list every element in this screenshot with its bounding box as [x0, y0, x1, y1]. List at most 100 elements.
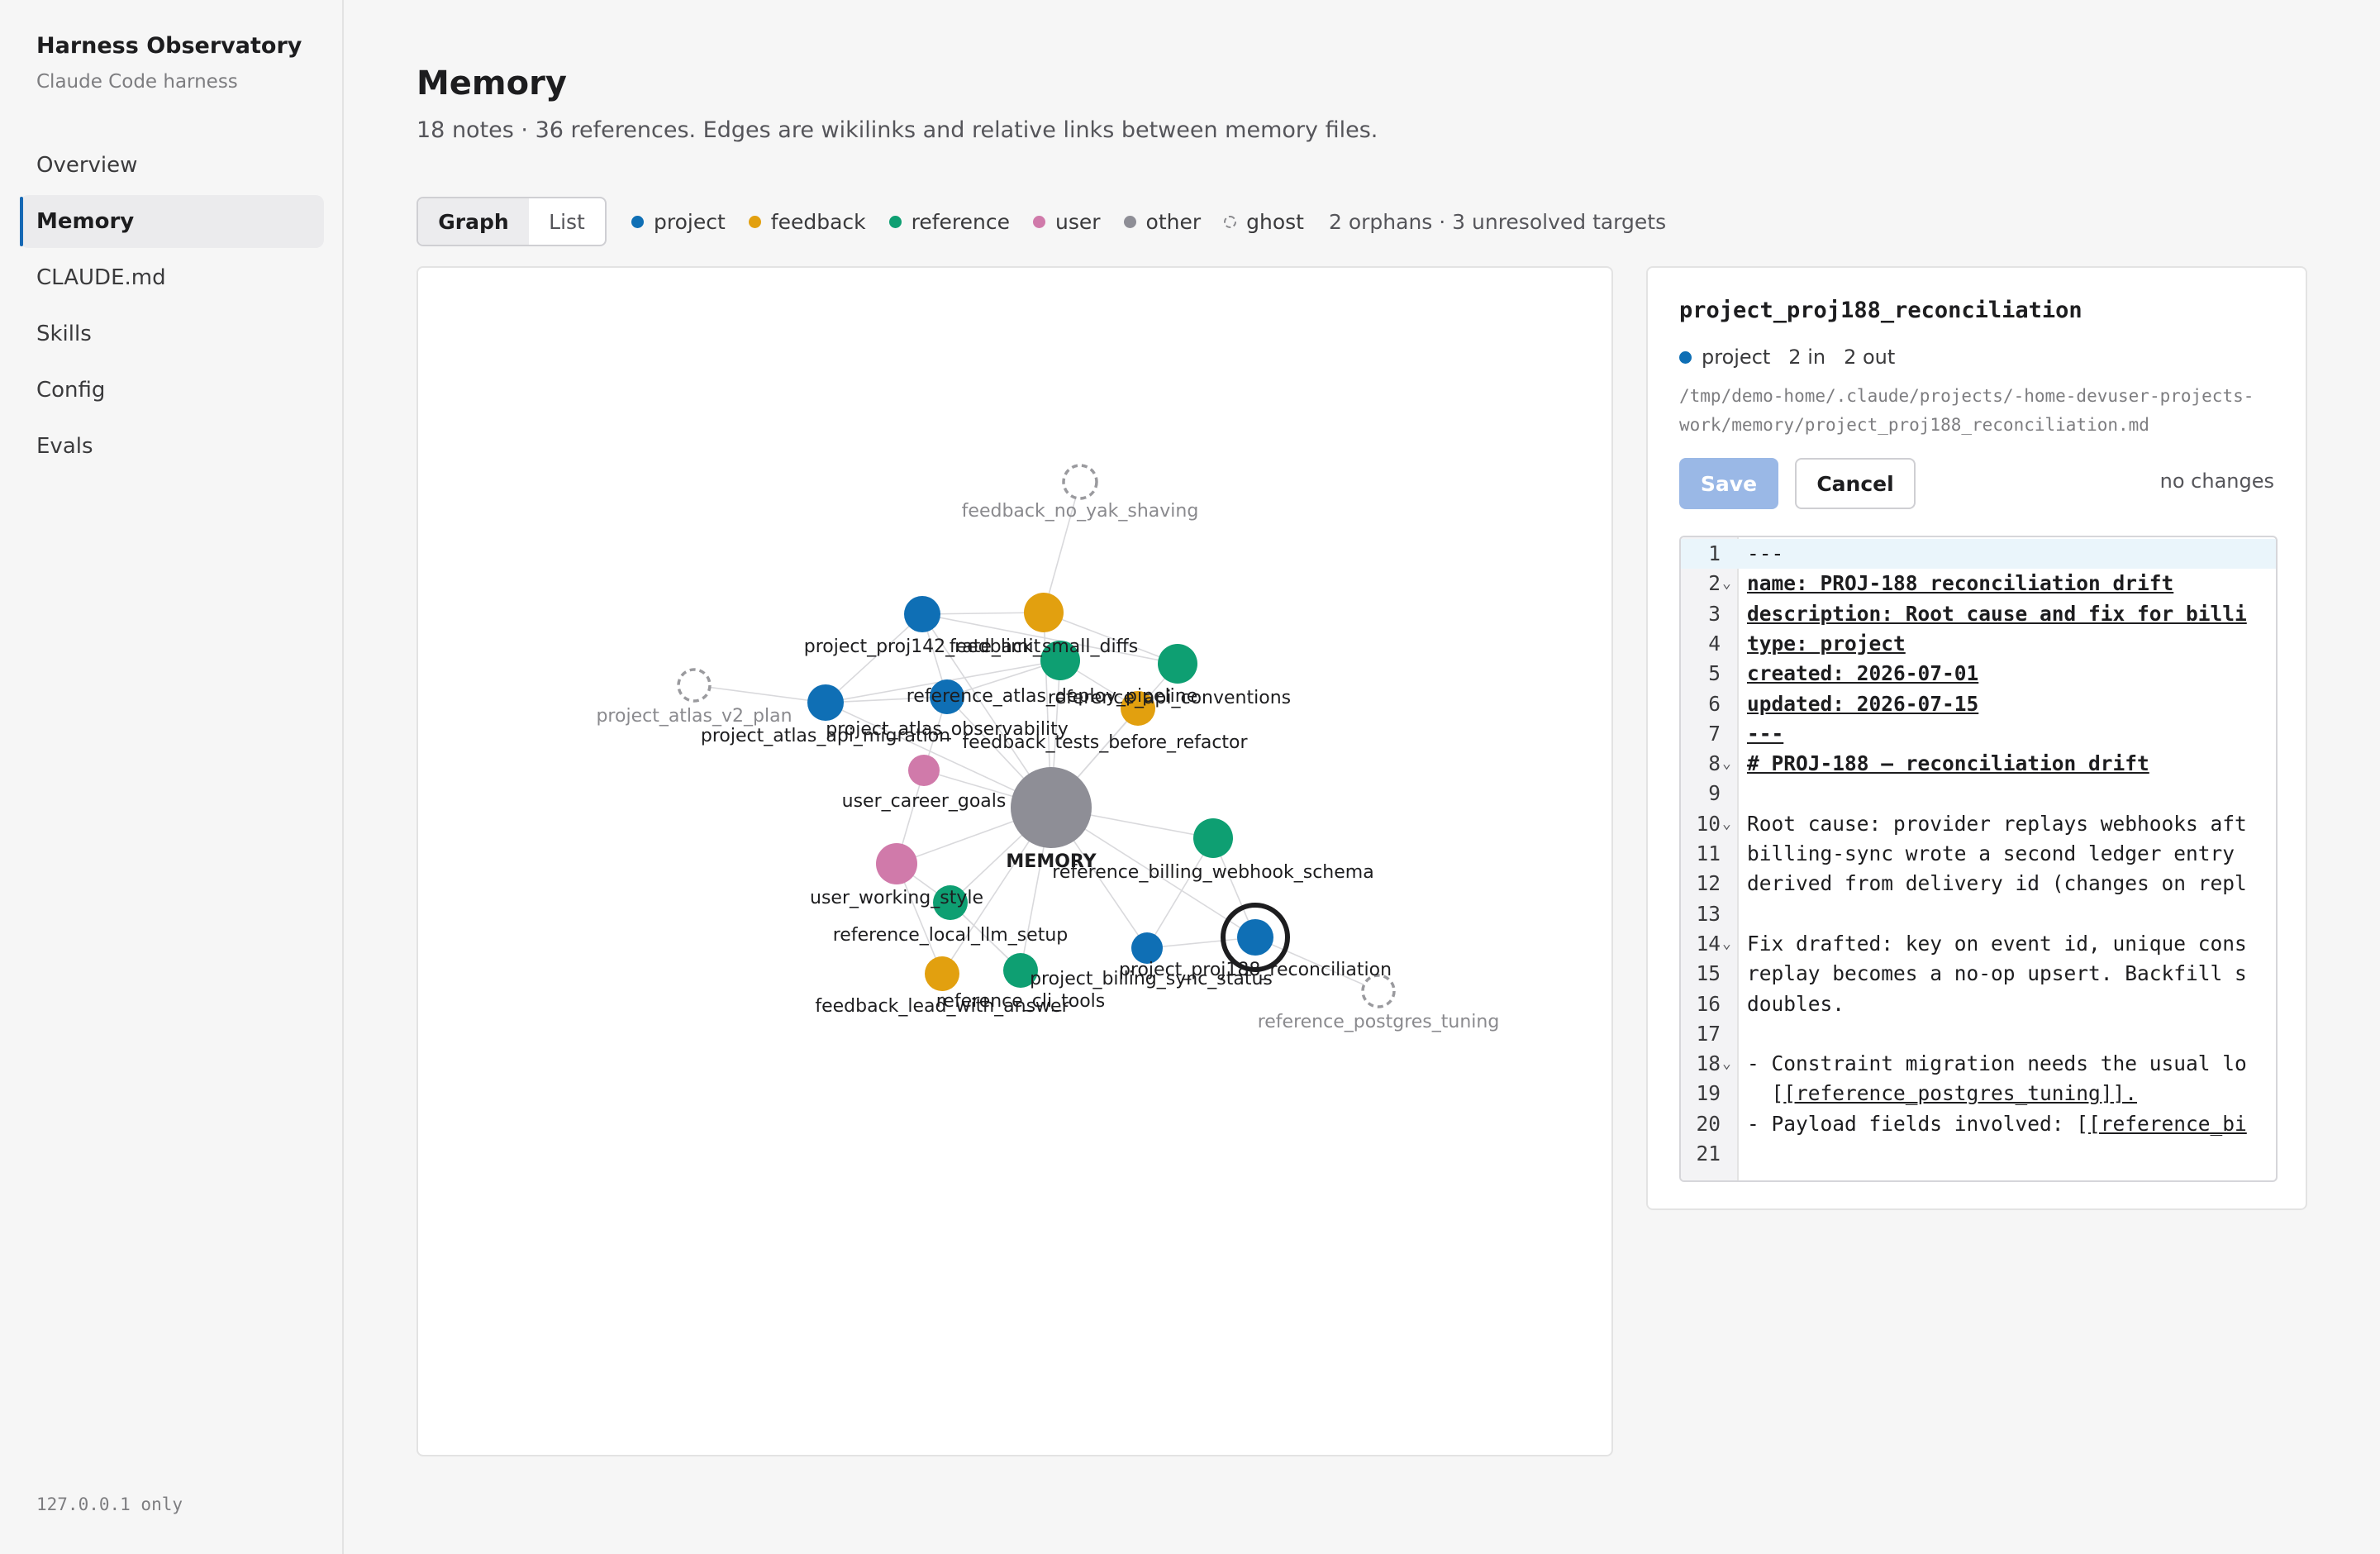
editor-line[interactable]: 16 doubles. — [1681, 989, 2276, 1019]
editor-line[interactable]: 11 billing-sync wrote a second ledger ent… — [1681, 839, 2276, 869]
graph-node-label: project_atlas_v2_plan — [596, 706, 792, 727]
graph-edge — [693, 684, 826, 703]
editor-line[interactable]: 8 ⌄ # PROJ-188 — reconciliation drift — [1681, 749, 2276, 779]
line-text: - Constraint migration needs the usual l… — [1747, 1051, 2247, 1076]
sidebar-item-overview[interactable]: Overview — [20, 139, 324, 192]
graph-node-MEMORY[interactable] — [1011, 767, 1092, 848]
graph-node-project-atlas-v2-plan[interactable] — [677, 668, 712, 703]
legend-feedback-dot — [748, 215, 761, 228]
memory-graph[interactable]: feedback_no_yak_shaving project_proj142_r… — [416, 266, 1613, 1456]
editor-line[interactable]: 9 — [1681, 779, 2276, 808]
fold-chevron-icon[interactable]: ⌄ — [1722, 809, 1731, 839]
graph-node-label: user_working_style — [810, 888, 983, 908]
graph-canvas[interactable]: feedback_no_yak_shavingproject_proj142_r… — [418, 268, 1613, 1456]
legend-ghost-label: ghost — [1246, 209, 1304, 234]
graph-node-label: reference_api_conventions — [1048, 688, 1291, 708]
editor-line[interactable]: 10 ⌄ Root cause: provider replays webhooks… — [1681, 809, 2276, 839]
line-number: 17 — [1696, 1021, 1721, 1046]
line-text: billing-sync wrote a second ledger entry — [1747, 841, 2235, 865]
markdown-editor[interactable]: 1 --- 2 ⌄ name: PROJ-188 reconciliation drif… — [1679, 536, 2278, 1182]
line-number: 4 — [1708, 631, 1721, 655]
list-view-button[interactable]: List — [529, 198, 605, 245]
outgoing-count: 2 out — [1844, 346, 1896, 369]
save-button[interactable]: Save — [1679, 458, 1778, 509]
editor-line[interactable]: 7 --- — [1681, 719, 2276, 749]
line-text: --- — [1747, 721, 1784, 746]
editor-line[interactable]: 17 — [1681, 1019, 2276, 1049]
graph-labels: feedback_no_yak_shavingproject_proj142_r… — [596, 501, 1499, 1032]
graph-view-button[interactable]: Graph — [418, 198, 529, 245]
editor-line[interactable]: 13 — [1681, 899, 2276, 929]
graph-node-reference-billing-webhook-schema[interactable] — [1193, 818, 1233, 858]
legend-project-dot — [631, 215, 644, 228]
graph-node-label: feedback_tests_before_refactor — [962, 732, 1248, 753]
editor-line[interactable]: 21 — [1681, 1139, 2276, 1169]
line-number: 15 — [1696, 961, 1721, 986]
line-number: 12 — [1696, 871, 1721, 896]
sidebar-item-memory[interactable]: Memory — [20, 195, 324, 248]
editor-line[interactable]: 19 [[reference_postgres_tuning]]. — [1681, 1079, 2276, 1108]
line-text: derived from delivery id (changes on rep… — [1747, 871, 2247, 896]
editor-line[interactable]: 6 updated: 2026-07-15 — [1681, 689, 2276, 719]
fold-chevron-icon[interactable]: ⌄ — [1722, 929, 1731, 959]
graph-node-user-career-goals[interactable] — [908, 755, 940, 786]
graph-node-reference-api-conventions[interactable] — [1158, 644, 1197, 684]
sidebar-item-claude-md[interactable]: CLAUDE.md — [20, 251, 324, 304]
graph-node-label: reference_local_llm_setup — [833, 925, 1069, 946]
line-number: 3 — [1708, 601, 1721, 626]
line-text: type: project — [1747, 631, 1906, 655]
line-text: updated: 2026-07-15 — [1747, 691, 1979, 716]
line-text: doubles. — [1747, 991, 1845, 1016]
legend-reference-label: reference — [911, 209, 1010, 234]
line-number: 7 — [1708, 721, 1721, 746]
sidebar-item-evals[interactable]: Evals — [20, 420, 324, 473]
line-text: --- — [1747, 541, 1784, 565]
editor-line[interactable]: 4 type: project — [1681, 629, 2276, 659]
graph-node-project-atlas-api-migration[interactable] — [807, 684, 844, 721]
note-file-path: /tmp/demo-home/.claude/projects/-home-de… — [1679, 386, 2254, 435]
graph-node-feedback-lead-with-answer[interactable] — [925, 956, 959, 991]
line-text: created: 2026-07-01 — [1747, 661, 1979, 686]
legend-project-label: project — [654, 209, 726, 234]
graph-node-feedback-small-diffs[interactable] — [1024, 593, 1064, 632]
line-number: 9 — [1708, 781, 1721, 806]
line-number: 16 — [1696, 991, 1721, 1016]
editor-line[interactable]: 15 replay becomes a no-op upsert. Backfil… — [1681, 959, 2276, 989]
incoming-count: 2 in — [1788, 346, 1826, 369]
legend-other-label: other — [1145, 209, 1202, 234]
graph-node-label: feedback_small_diffs — [950, 636, 1138, 657]
editor-line[interactable]: 14 ⌄ Fix drafted: key on event id, unique … — [1681, 929, 2276, 959]
editor-line[interactable]: 18 ⌄ - Constraint migration needs the usua… — [1681, 1049, 2276, 1079]
graph-node-project-proj142-rate-limit[interactable] — [904, 596, 940, 632]
editor-line[interactable]: 5 created: 2026-07-01 — [1681, 659, 2276, 689]
line-text: replay becomes a no-op upsert. Backfill … — [1747, 961, 2247, 986]
legend-project: project — [631, 210, 726, 234]
editor-line[interactable]: 12 derived from delivery id (changes on r… — [1681, 869, 2276, 899]
fold-chevron-icon[interactable]: ⌄ — [1722, 1049, 1731, 1079]
host-notice: 127.0.0.1 only — [36, 1494, 183, 1514]
legend-other-dot — [1123, 215, 1136, 228]
sidebar-item-config[interactable]: Config — [20, 364, 324, 417]
cancel-button[interactable]: Cancel — [1795, 458, 1916, 509]
graph-node-feedback-no-yak-shaving[interactable] — [1062, 464, 1098, 500]
legend-feedback: feedback — [748, 210, 866, 234]
fold-chevron-icon[interactable]: ⌄ — [1722, 569, 1731, 598]
editor-line[interactable]: 3 description: Root cause and fix for bil… — [1681, 599, 2276, 629]
legend-reference-dot — [888, 215, 902, 228]
editor-line[interactable]: 2 ⌄ name: PROJ-188 reconciliation drift — [1681, 569, 2276, 598]
line-number: 13 — [1696, 901, 1721, 926]
view-toggle: Graph List — [416, 197, 607, 246]
sidebar-item-skills[interactable]: Skills — [20, 307, 324, 360]
graph-node-project-proj188-reconciliation[interactable] — [1237, 919, 1273, 956]
note-title: project_proj188_reconciliation — [1679, 298, 2082, 323]
editor-line[interactable]: 1 --- — [1681, 539, 2276, 570]
fold-chevron-icon[interactable]: ⌄ — [1722, 749, 1731, 779]
line-text: - Payload fields involved: [[reference_b… — [1747, 1111, 2247, 1136]
editor-line[interactable]: 20 - Payload fields involved: [[reference… — [1681, 1109, 2276, 1139]
graph-node-label: reference_cli_tools — [936, 991, 1106, 1012]
legend-user-dot — [1033, 215, 1045, 228]
graph-node-user-working-style[interactable] — [876, 843, 917, 884]
line-number: 1 — [1708, 541, 1721, 565]
line-text: Root cause: provider replays webhooks af… — [1747, 811, 2247, 836]
line-number: 2 — [1708, 571, 1721, 596]
